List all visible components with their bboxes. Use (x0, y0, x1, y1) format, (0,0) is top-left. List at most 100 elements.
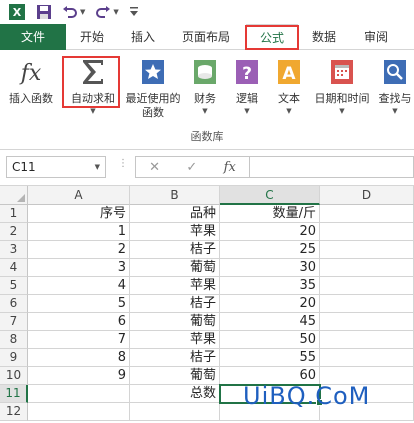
row-header[interactable]: 9 (0, 349, 28, 367)
recently-used-button[interactable]: 最近使用的 函数 (122, 56, 184, 120)
cell-a9[interactable]: 8 (28, 349, 130, 367)
name-box[interactable]: C11 ▼ (6, 156, 106, 178)
cell-b1[interactable]: 品种 (130, 205, 220, 223)
cell-d4[interactable] (320, 259, 414, 277)
column-header-d[interactable]: D (320, 186, 414, 205)
cell-b7[interactable]: 葡萄 (130, 313, 220, 331)
row-header[interactable]: 2 (0, 223, 28, 241)
undo-icon[interactable]: ▼ (62, 2, 85, 22)
svg-text:A: A (282, 64, 296, 84)
cell-c2[interactable]: 20 (220, 223, 320, 241)
cell-b6[interactable]: 桔子 (130, 295, 220, 313)
coins-book-icon (189, 56, 221, 88)
cell-b9[interactable]: 桔子 (130, 349, 220, 367)
row-header[interactable]: 11 (0, 385, 28, 403)
cell-b5[interactable]: 苹果 (130, 277, 220, 295)
formula-bar-splitter[interactable]: ⋮ (118, 158, 129, 169)
cell-d2[interactable] (320, 223, 414, 241)
lookup-dropdown-icon[interactable]: ▼ (376, 106, 414, 116)
tab-review[interactable]: 审阅 (350, 24, 402, 50)
formula-input[interactable] (250, 156, 414, 178)
save-icon[interactable] (36, 2, 52, 22)
fx-icon[interactable]: fx (224, 160, 236, 175)
cell-a2[interactable]: 1 (28, 223, 130, 241)
tab-insert[interactable]: 插入 (118, 24, 168, 50)
cell-d3[interactable] (320, 241, 414, 259)
tab-home[interactable]: 开始 (66, 24, 118, 50)
customize-toolbar-icon[interactable] (129, 2, 139, 22)
cell-d5[interactable] (320, 277, 414, 295)
text-button[interactable]: A 文本 ▼ (272, 56, 306, 116)
cell-c3[interactable]: 25 (220, 241, 320, 259)
redo-icon[interactable]: ▼ (95, 2, 119, 22)
cell-a6[interactable]: 5 (28, 295, 130, 313)
row-header[interactable]: 3 (0, 241, 28, 259)
row-header[interactable]: 1 (0, 205, 28, 223)
row-header[interactable]: 8 (0, 331, 28, 349)
cell-a1[interactable]: 序号 (28, 205, 130, 223)
date-time-dropdown-icon[interactable]: ▼ (310, 106, 374, 116)
row-header[interactable]: 7 (0, 313, 28, 331)
name-box-dropdown-icon[interactable]: ▼ (95, 157, 100, 177)
cell-b3[interactable]: 桔子 (130, 241, 220, 259)
cell-d8[interactable] (320, 331, 414, 349)
cell-b12[interactable] (130, 403, 220, 421)
tab-page-layout[interactable]: 页面布局 (168, 24, 244, 50)
cell-b10[interactable]: 葡萄 (130, 367, 220, 385)
cell-d6[interactable] (320, 295, 414, 313)
calendar-book-icon (326, 56, 358, 88)
cell-c8[interactable]: 50 (220, 331, 320, 349)
cell-c7[interactable]: 45 (220, 313, 320, 331)
cell-a10[interactable]: 9 (28, 367, 130, 385)
cell-a8[interactable]: 7 (28, 331, 130, 349)
cell-a7[interactable]: 6 (28, 313, 130, 331)
cell-a11[interactable] (28, 385, 130, 403)
select-all-corner[interactable] (0, 186, 28, 205)
insert-function-button[interactable]: fx 插入函数 (4, 56, 58, 106)
cancel-icon[interactable]: ✕ (149, 160, 160, 175)
column-header-a[interactable]: A (28, 186, 130, 205)
logical-button[interactable]: ? 逻辑 ▼ (230, 56, 264, 116)
column-header-c[interactable]: C (220, 186, 320, 205)
svg-text:?: ? (242, 64, 252, 84)
cell-d9[interactable] (320, 349, 414, 367)
row-header[interactable]: 4 (0, 259, 28, 277)
tab-file[interactable]: 文件 (0, 24, 66, 50)
cell-b4[interactable]: 葡萄 (130, 259, 220, 277)
cell-c1[interactable]: 数量/斤 (220, 205, 320, 223)
redo-dropdown-icon[interactable]: ▼ (113, 8, 118, 16)
date-time-button[interactable]: 日期和时间 ▼ (310, 56, 374, 116)
logical-dropdown-icon[interactable]: ▼ (230, 106, 264, 116)
lookup-button[interactable]: 查找与 ▼ (376, 56, 414, 116)
text-dropdown-icon[interactable]: ▼ (272, 106, 306, 116)
cell-a3[interactable]: 2 (28, 241, 130, 259)
ribbon-tabs: 文件 开始 插入 页面布局 公式 数据 审阅 (0, 24, 414, 51)
date-time-label: 日期和时间 (314, 92, 370, 105)
financial-button[interactable]: 财务 ▼ (188, 56, 222, 116)
cell-c5[interactable]: 35 (220, 277, 320, 295)
cell-b11[interactable]: 总数 (130, 385, 220, 403)
cell-b8[interactable]: 苹果 (130, 331, 220, 349)
enter-icon[interactable]: ✓ (186, 160, 197, 175)
cell-d7[interactable] (320, 313, 414, 331)
autosum-highlight (62, 56, 120, 108)
cell-c4[interactable]: 30 (220, 259, 320, 277)
cell-a4[interactable]: 3 (28, 259, 130, 277)
cell-c9[interactable]: 55 (220, 349, 320, 367)
financial-dropdown-icon[interactable]: ▼ (188, 106, 222, 116)
row-header[interactable]: 12 (0, 403, 28, 421)
row-header[interactable]: 10 (0, 367, 28, 385)
row-header[interactable]: 5 (0, 277, 28, 295)
cell-a5[interactable]: 4 (28, 277, 130, 295)
recently-used-label-2: 函数 (142, 106, 164, 119)
formula-buttons: ✕ ✓ fx (135, 156, 250, 178)
undo-dropdown-icon[interactable]: ▼ (80, 8, 85, 16)
tab-data[interactable]: 数据 (298, 24, 350, 50)
cell-d1[interactable] (320, 205, 414, 223)
cell-b2[interactable]: 苹果 (130, 223, 220, 241)
column-header-b[interactable]: B (130, 186, 220, 205)
cell-c6[interactable]: 20 (220, 295, 320, 313)
cell-a12[interactable] (28, 403, 130, 421)
row-header[interactable]: 6 (0, 295, 28, 313)
formula-bar: C11 ▼ ⋮ ✕ ✓ fx (0, 150, 414, 186)
